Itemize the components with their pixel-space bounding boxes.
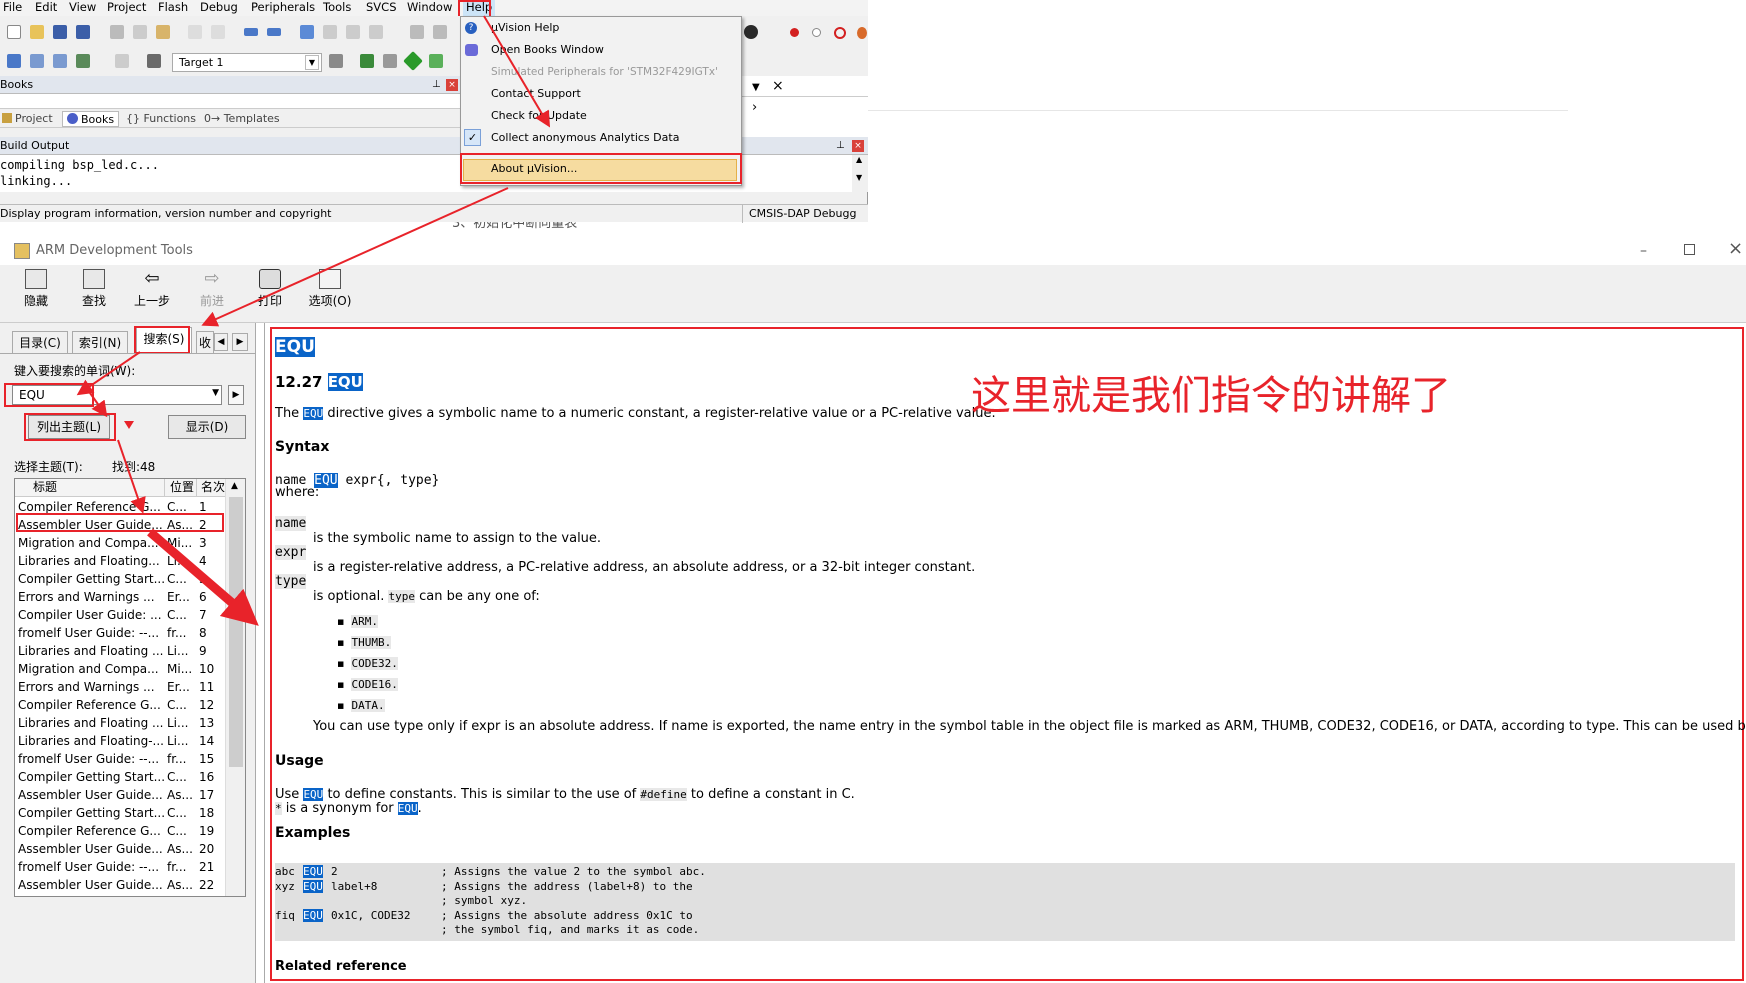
arrow-list-to-result <box>117 439 146 514</box>
arrow-help-to-about <box>483 15 551 128</box>
annotation-arrows <box>76 15 551 626</box>
arrow-search-to-input <box>76 351 141 396</box>
arrow-result-to-content <box>147 528 259 626</box>
arrow-input-to-list <box>89 392 108 418</box>
arrow-about-to-search <box>201 187 509 327</box>
